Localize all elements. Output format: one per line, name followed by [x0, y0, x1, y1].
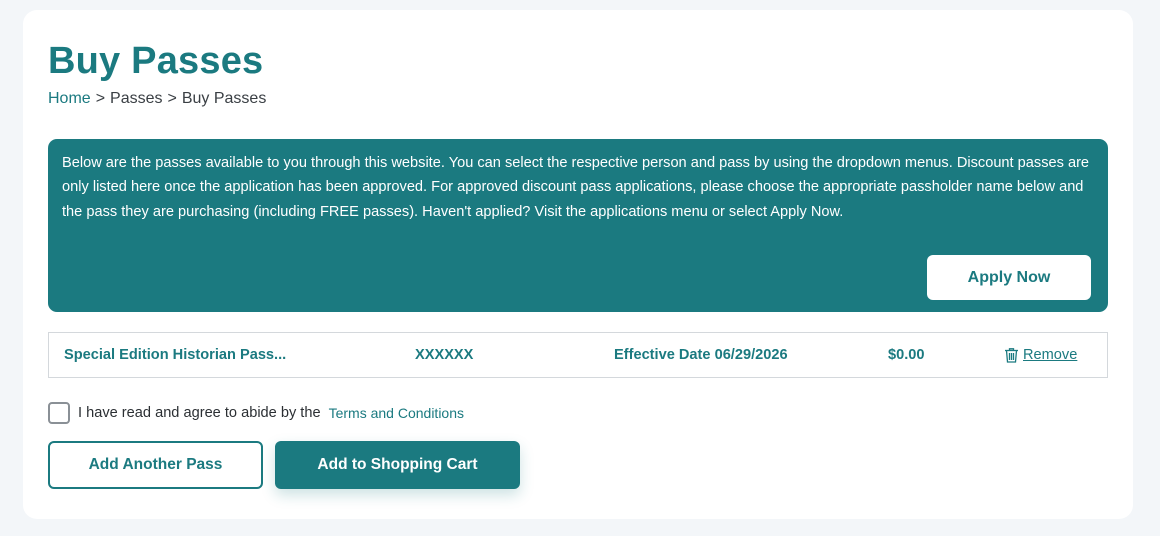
breadcrumb-separator: >	[95, 90, 106, 107]
terms-link[interactable]: Terms and Conditions	[329, 405, 464, 421]
breadcrumb-separator: >	[167, 90, 177, 107]
pass-row: Special Edition Historian Pass... XXXXXX…	[48, 332, 1108, 378]
remove-label: Remove	[1023, 347, 1078, 363]
breadcrumb-home-link[interactable]: Home	[48, 90, 91, 107]
info-panel: Below are the passes available to you th…	[48, 139, 1108, 312]
info-text: Below are the passes available to you th…	[62, 155, 1090, 220]
terms-agreement: I have read and agree to abide by the Te…	[48, 402, 464, 424]
passholder-name: XXXXXX	[415, 347, 474, 363]
remove-button[interactable]: Remove	[1004, 333, 1077, 377]
effective-date: Effective Date 06/29/2026	[614, 347, 788, 363]
breadcrumb-current: Buy Passes	[181, 90, 267, 107]
terms-checkbox[interactable]	[48, 402, 70, 424]
apply-now-button[interactable]: Apply Now	[927, 255, 1091, 300]
add-to-cart-button[interactable]: Add to Shopping Cart	[275, 441, 520, 489]
terms-text: I have read and agree to abide by the	[78, 405, 321, 421]
breadcrumb: Home > Passes > Buy Passes	[48, 90, 266, 108]
trash-icon	[1005, 348, 1018, 363]
pass-name[interactable]: Special Edition Historian Pass...	[64, 333, 286, 377]
page-title: Buy Passes	[48, 40, 264, 82]
breadcrumb-passes[interactable]: Passes	[110, 90, 162, 107]
add-another-pass-button[interactable]: Add Another Pass	[48, 441, 263, 489]
buy-passes-card: Buy Passes Home > Passes > Buy Passes Below …	[23, 10, 1133, 519]
pass-price: $0.00	[888, 347, 925, 363]
